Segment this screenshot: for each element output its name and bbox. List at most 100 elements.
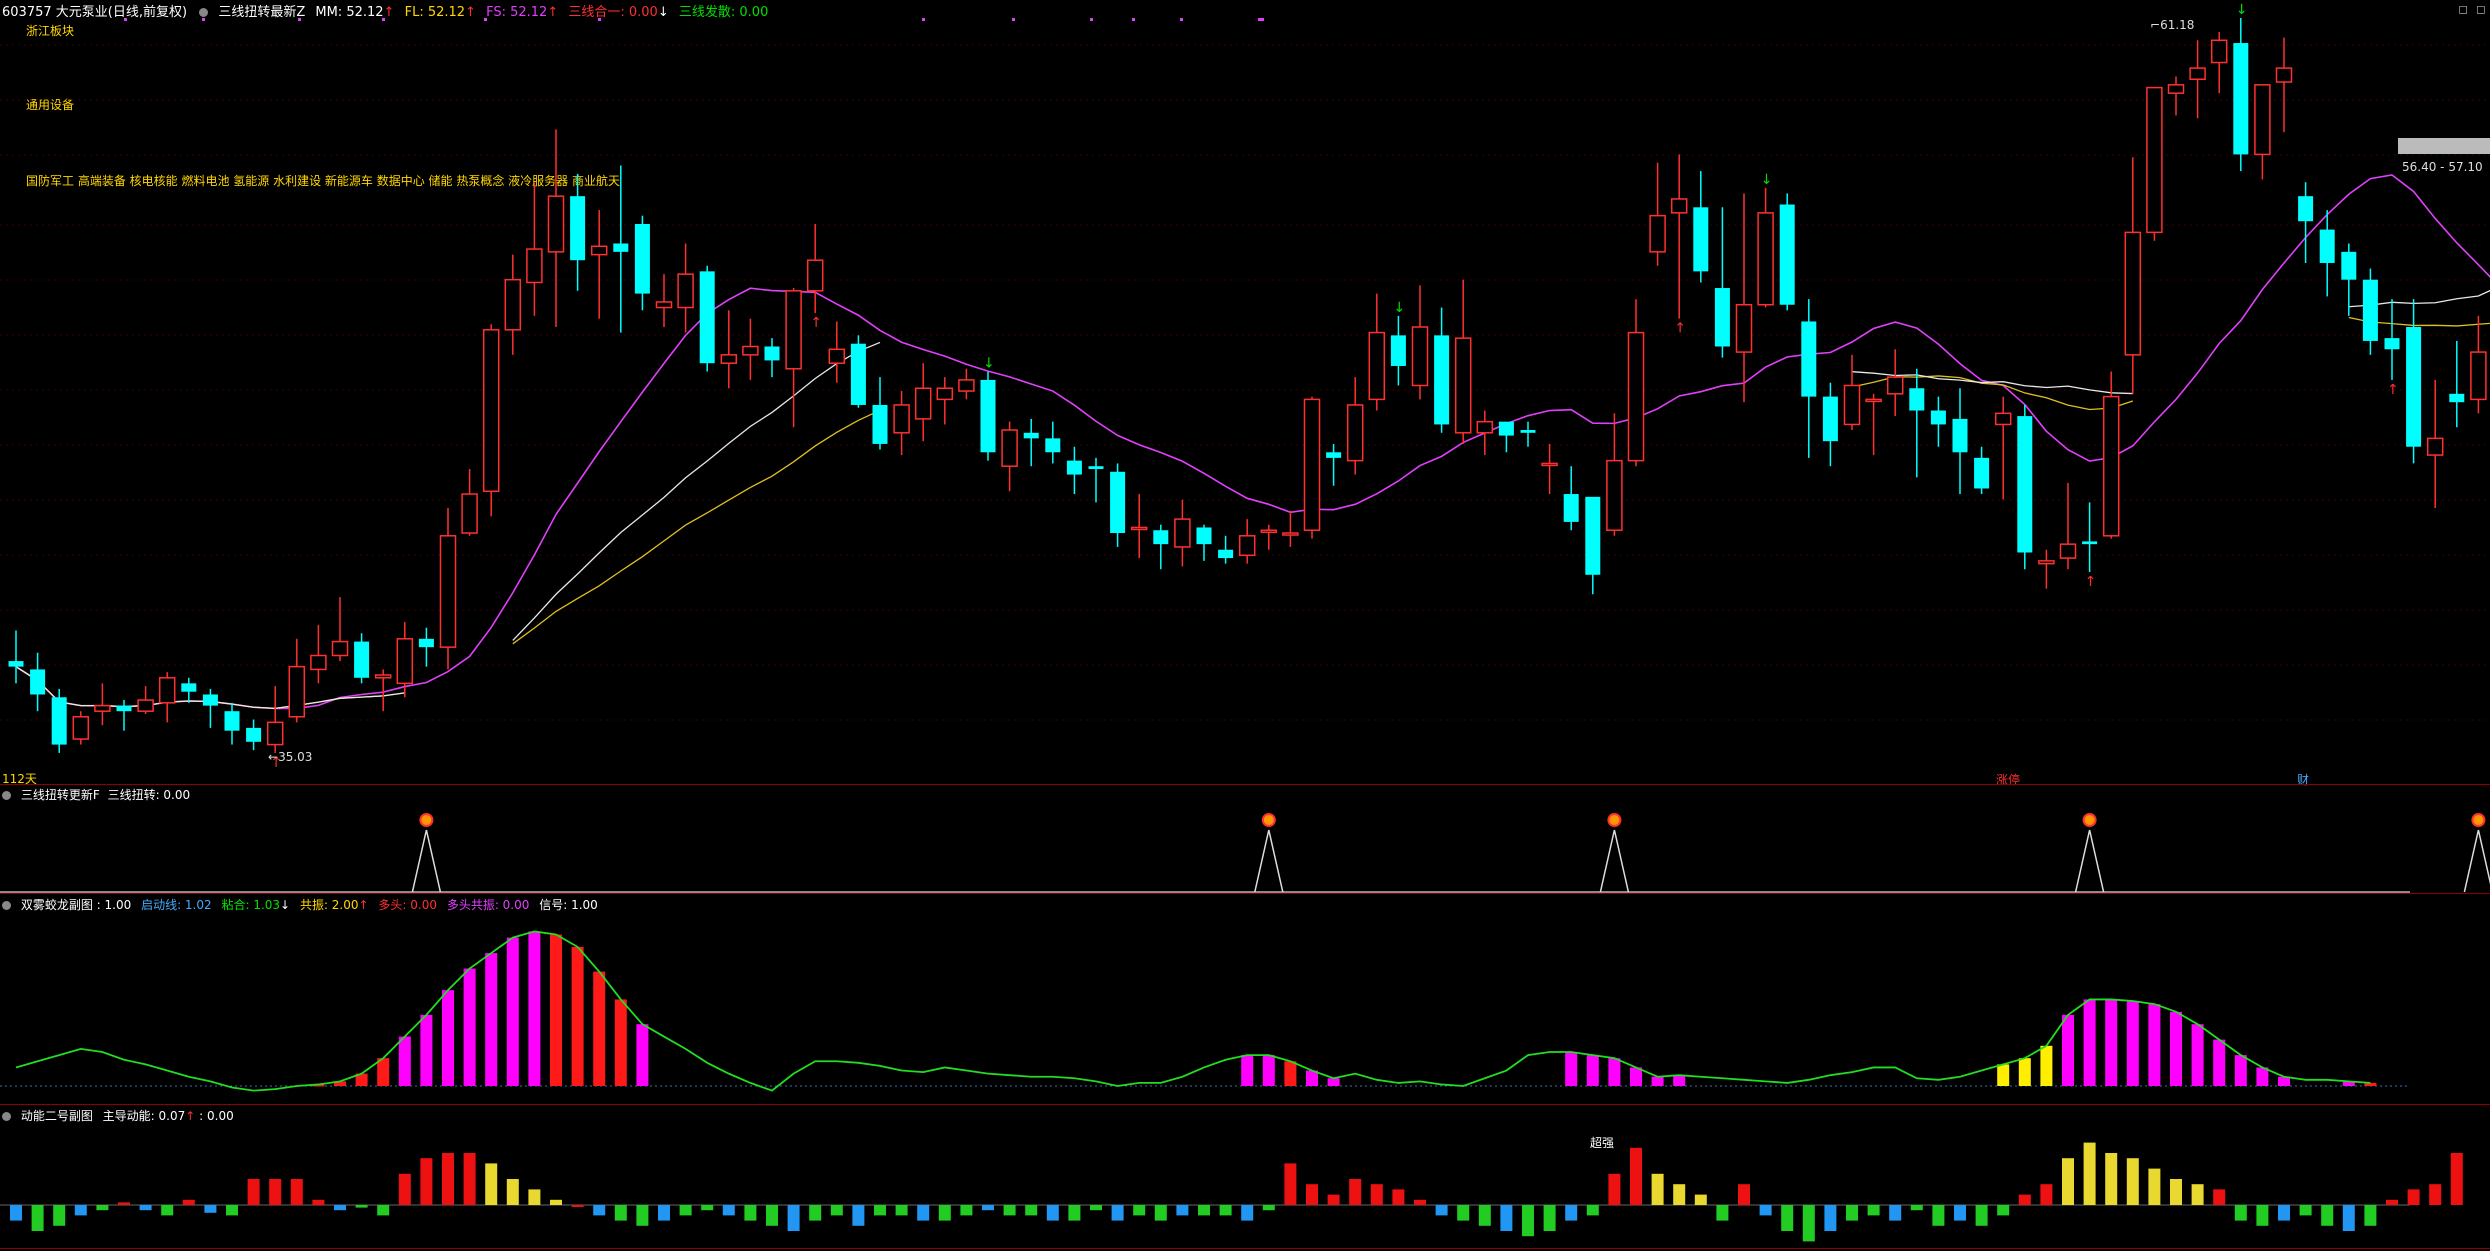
panel2-bar xyxy=(1673,1075,1686,1086)
range-badge xyxy=(2398,138,2490,154)
candle-body xyxy=(2341,251,2357,280)
top-tick-mark xyxy=(382,18,385,21)
panel3-bar xyxy=(2191,1184,2204,1205)
panel3-bar xyxy=(2062,1158,2074,1205)
top-tick-mark xyxy=(1132,18,1135,21)
settings-dot-icon[interactable] xyxy=(2,901,11,910)
main-chart[interactable]: ↑ ↑ ↓ ↓ ↑ ↓ ↑ ↓ ↑ xyxy=(0,0,2490,1251)
down-signal-arrow-icon: ↓ xyxy=(2236,2,2248,18)
panel2-bar xyxy=(1262,1055,1275,1086)
panel3-bar xyxy=(1802,1205,1815,1242)
panel-separator[interactable] xyxy=(0,1248,2490,1249)
panel3-bar xyxy=(2213,1189,2226,1205)
panel3-bar xyxy=(10,1205,22,1221)
candle-body xyxy=(1368,331,1386,401)
candle-body xyxy=(547,195,565,253)
low-price-label: ←35.03 xyxy=(268,750,313,764)
signal-flag-icon xyxy=(1261,813,1276,827)
panel3-bar xyxy=(1608,1173,1621,1205)
panel3-bar xyxy=(2364,1205,2377,1226)
candle-body xyxy=(1735,303,1753,353)
panel3-bar xyxy=(1327,1194,1340,1205)
panel2-bar xyxy=(2040,1045,2053,1086)
candle-body xyxy=(526,248,543,284)
up-arrow-icon: ↑ xyxy=(358,898,369,912)
candle-body xyxy=(2275,67,2293,83)
panel2-bar xyxy=(1327,1078,1340,1086)
candle-body xyxy=(1693,207,1709,272)
panel3-bar xyxy=(1176,1205,1189,1216)
candle-body xyxy=(893,404,910,434)
candle-body xyxy=(1390,335,1406,366)
panel1-title[interactable]: 三线扭转更新F xyxy=(21,788,100,802)
finance-marker[interactable]: 财 xyxy=(2297,771,2309,788)
panel3-bar xyxy=(1651,1173,1664,1205)
panel3-bar xyxy=(53,1205,66,1226)
panel3-bar xyxy=(2407,1189,2420,1205)
candle-body xyxy=(246,727,262,742)
candle-body xyxy=(1218,549,1234,559)
panel3-bar xyxy=(1824,1205,1837,1231)
up-signal-arrow-icon: ↑ xyxy=(810,315,822,331)
panel2-bar xyxy=(2191,1024,2204,1086)
panel3-extra-value: : 0.00 xyxy=(199,1109,234,1123)
signal-flag-icon xyxy=(2082,813,2097,827)
candle-body xyxy=(1714,288,1730,347)
candle-body xyxy=(461,493,478,534)
candle-body xyxy=(288,665,306,718)
panel3-bar xyxy=(1370,1184,1383,1205)
candle-body xyxy=(2470,351,2487,401)
candle-body xyxy=(1886,376,1904,395)
panel3-bar xyxy=(701,1205,714,1211)
candle-body xyxy=(2146,86,2163,234)
panel2-bar xyxy=(593,971,606,1086)
up-signal-arrow-icon: ↑ xyxy=(2085,574,2097,590)
panel3-bar xyxy=(1565,1205,1578,1221)
candle-body xyxy=(1110,471,1126,534)
candle-body xyxy=(872,404,888,444)
panel3-bar xyxy=(1522,1205,1534,1237)
candle-body xyxy=(1476,420,1494,434)
panel3-bar xyxy=(1457,1205,1470,1221)
down-arrow-icon: ↓ xyxy=(280,898,291,912)
panel3-bar xyxy=(636,1205,649,1226)
up-signal-arrow-icon: ↑ xyxy=(1674,321,1686,337)
panel3-bar xyxy=(1738,1184,1750,1205)
panel-separator[interactable] xyxy=(0,784,2490,785)
panel3-bar xyxy=(1781,1205,1794,1231)
zhudao-value: 主导动能: 0.07 xyxy=(102,1109,186,1123)
panel2-bar xyxy=(1608,1058,1621,1086)
panel2-bar xyxy=(571,946,584,1086)
panel3-bar xyxy=(1694,1194,1707,1205)
panel3-bar xyxy=(744,1205,757,1221)
candle-body xyxy=(1649,214,1666,253)
panel-separator[interactable] xyxy=(0,893,2490,894)
candle-body xyxy=(1066,460,1082,475)
limit-up-marker[interactable]: 涨停 xyxy=(1996,771,2020,788)
panel3-bar xyxy=(571,1205,584,1207)
panel3-bar xyxy=(1867,1205,1880,1216)
candle-body xyxy=(310,654,327,671)
candle-body xyxy=(1930,410,1946,425)
panel3-title[interactable]: 动能二号副图 xyxy=(21,1109,93,1123)
candle-body xyxy=(850,343,866,405)
candle-body xyxy=(202,694,218,706)
panel-separator[interactable] xyxy=(0,1104,2490,1105)
panel2-green-curve xyxy=(15,930,2371,1092)
panel2-title[interactable]: 双雾蛟龙副图 : 1.00 xyxy=(21,898,131,912)
settings-dot-icon[interactable] xyxy=(2,1112,11,1121)
panel3-bar xyxy=(2278,1205,2290,1221)
panel3-bar xyxy=(787,1205,800,1231)
signal-flag-icon xyxy=(2471,813,2486,827)
panel2-bar xyxy=(1565,1051,1578,1086)
panel3-bar xyxy=(1198,1205,1210,1216)
panel3-bar xyxy=(830,1205,843,1216)
candle-body xyxy=(1563,494,1579,522)
top-tick-mark xyxy=(1180,18,1183,21)
panel3-bar xyxy=(1932,1205,1945,1226)
settings-dot-icon[interactable] xyxy=(2,791,11,800)
candle-body xyxy=(2017,416,2033,553)
panel3-bar xyxy=(593,1205,606,1216)
panel1-spike xyxy=(1599,829,1630,893)
qidong-value: 启动线: 1.02 xyxy=(141,898,212,912)
